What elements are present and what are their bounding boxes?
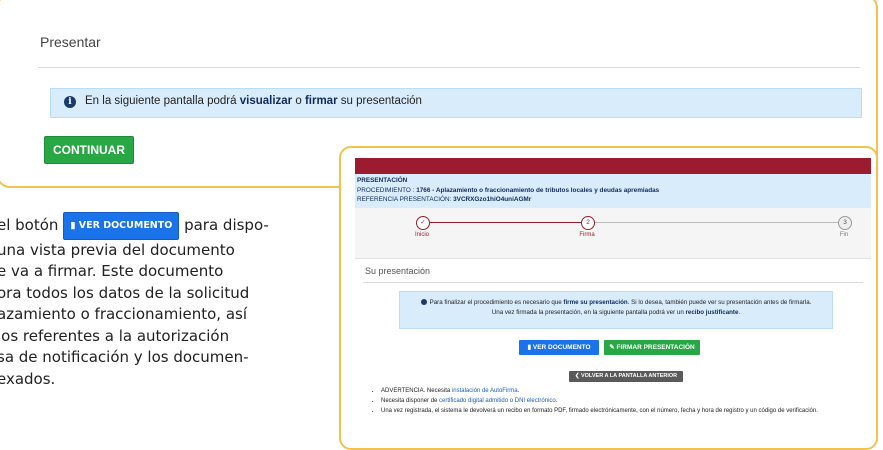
info-icon bbox=[421, 299, 427, 305]
list-item: Necesita disponer de certificado digital… bbox=[381, 397, 871, 405]
notes-list: ADVERTENCIA. Necesita instalación de Aut… bbox=[371, 387, 871, 417]
ver-documento-button[interactable]: ▮ VER DOCUMENTO bbox=[519, 340, 599, 355]
volver-button[interactable]: ❮ VOLVER A LA PANTALLA ANTERIOR bbox=[569, 371, 683, 382]
instruction-paragraph: el botón ▮ VER DOCUMENTO para dispo- una… bbox=[0, 212, 337, 390]
presentation-body: Su presentación Para finalizar el proced… bbox=[355, 258, 871, 446]
page-title: Presentar bbox=[40, 34, 101, 50]
step-connector bbox=[593, 222, 838, 223]
step-check-icon: ✓ bbox=[416, 216, 430, 230]
sign-info-alert: Para finalizar el procedimiento es neces… bbox=[399, 291, 833, 329]
step-connector bbox=[428, 222, 581, 223]
divider bbox=[363, 282, 863, 283]
step-label-firma: Firma bbox=[567, 232, 607, 238]
step-label-inicio: Inicio bbox=[402, 232, 442, 238]
divider bbox=[38, 67, 860, 68]
step-3: 3 bbox=[838, 216, 852, 230]
presentation-info: PRESENTACIÓN PROCEDIMIENTO : 1766 - Apla… bbox=[355, 174, 871, 208]
list-item: Una vez registrada, el sistema le devolv… bbox=[381, 407, 871, 415]
firmar-presentacion-button[interactable]: ✎ FIRMAR PRESENTACIÓN bbox=[604, 340, 700, 355]
chevron-left-icon: ❮ bbox=[575, 373, 580, 379]
stepper: ✓ 2 3 Inicio Firma Fin bbox=[355, 208, 871, 259]
presentation-preview-card: PRESENTACIÓN PROCEDIMIENTO : 1766 - Apla… bbox=[339, 146, 878, 450]
certificado-link[interactable]: certificado digital admitido o DNI elect… bbox=[439, 398, 556, 404]
info-alert: i En la siguiente pantalla podrá visuali… bbox=[50, 88, 862, 118]
sign-icon: ✎ bbox=[609, 344, 614, 351]
section-title: Su presentación bbox=[365, 266, 430, 276]
step-2: 2 bbox=[581, 216, 595, 230]
list-item: ADVERTENCIA. Necesita instalación de Aut… bbox=[381, 387, 871, 395]
info-text: En la siguiente pantalla podrá visualiza… bbox=[85, 95, 422, 107]
document-icon: ▮ bbox=[70, 220, 75, 231]
document-icon: ▮ bbox=[527, 344, 531, 351]
info-icon: i bbox=[64, 96, 76, 108]
autofirma-link[interactable]: instalación de AutoFirma bbox=[452, 388, 518, 394]
continue-button[interactable]: CONTINUAR bbox=[44, 136, 134, 164]
header-band bbox=[355, 158, 871, 174]
step-label-fin: Fin bbox=[824, 232, 864, 238]
inline-ver-documento-button: ▮ VER DOCUMENTO bbox=[63, 212, 179, 240]
